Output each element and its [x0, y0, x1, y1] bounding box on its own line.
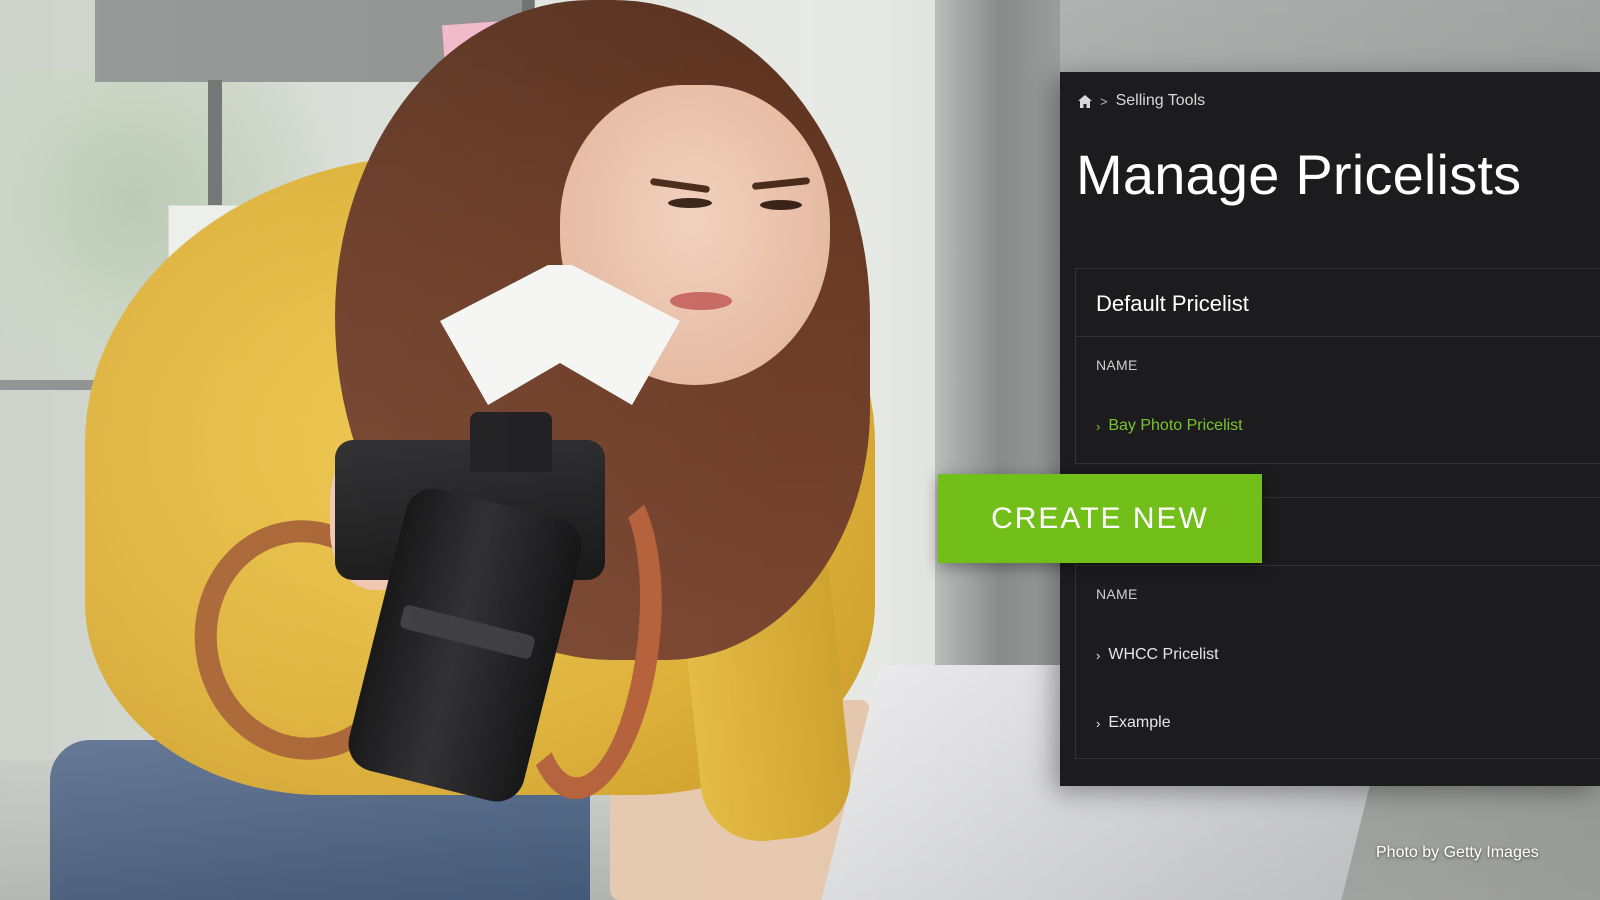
- page-title: Manage Pricelists: [1076, 143, 1522, 206]
- breadcrumb-selling-tools[interactable]: Selling Tools: [1116, 92, 1206, 110]
- chevron-right-icon: ›: [1096, 715, 1101, 731]
- chevron-right-icon: ›: [1096, 647, 1101, 663]
- photo-credit: Photo by Getty Images: [1376, 844, 1539, 861]
- pricelist-name: Example: [1108, 714, 1171, 731]
- pricelist-link-bay-photo[interactable]: › Bay Photo Pricelist: [1096, 417, 1243, 435]
- create-new-button[interactable]: CREATE NEW: [938, 474, 1262, 563]
- card-header: Default Pricelist: [1076, 269, 1600, 337]
- column-header-name: NAME: [1096, 586, 1138, 602]
- pricelist-link-whcc[interactable]: › WHCC Pricelist: [1096, 646, 1219, 664]
- breadcrumb-separator: >: [1100, 93, 1108, 109]
- default-pricelist-card: Default Pricelist NAME › Bay Photo Price…: [1075, 268, 1600, 464]
- pricelist-name: WHCC Pricelist: [1108, 646, 1219, 663]
- chevron-right-icon: ›: [1096, 418, 1101, 434]
- pricelists-panel: > Selling Tools Manage Pricelists Defaul…: [1060, 72, 1600, 786]
- pricelist-link-example[interactable]: › Example: [1096, 714, 1171, 732]
- breadcrumb: > Selling Tools: [1078, 92, 1205, 110]
- home-icon[interactable]: [1078, 94, 1092, 108]
- column-header-name: NAME: [1096, 357, 1138, 373]
- pricelist-name: Bay Photo Pricelist: [1108, 417, 1243, 434]
